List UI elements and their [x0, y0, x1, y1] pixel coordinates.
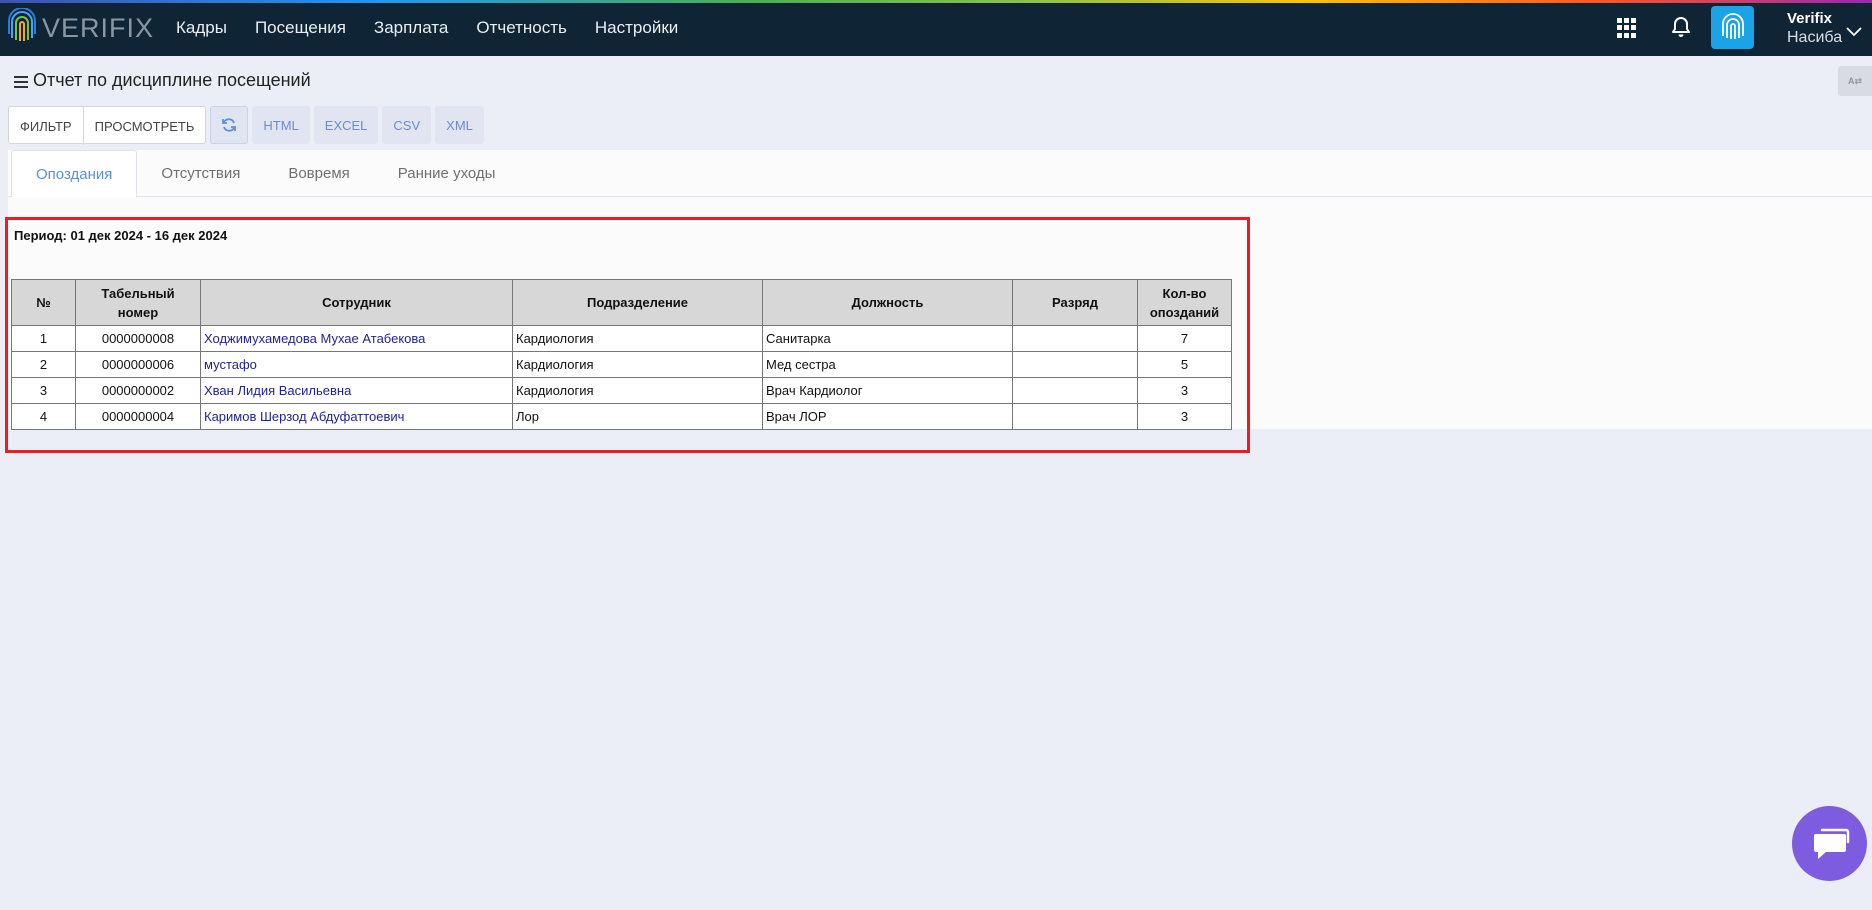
employee-link[interactable]: Хван Лидия Васильевна: [200, 377, 513, 404]
user-menu[interactable]: Verifix Насиба: [1787, 9, 1842, 48]
filter-button[interactable]: ФИЛЬТР: [9, 107, 83, 145]
late-count-cell: 3: [1137, 403, 1232, 430]
column-header-number: №: [11, 279, 76, 326]
tab-early-leaves[interactable]: Ранние уходы: [374, 150, 520, 197]
top-bar: VERIFIX Кадры Посещения Зарплата Отчетно…: [0, 0, 1872, 56]
column-header-tab-number: Табельный номер: [75, 279, 201, 326]
column-header-employee: Сотрудник: [200, 279, 513, 326]
row-number: 4: [11, 403, 76, 430]
tab-absences[interactable]: Отсутствия: [137, 150, 264, 197]
row-number: 2: [11, 351, 76, 378]
main-nav: Кадры Посещения Зарплата Отчетность Наст…: [162, 0, 692, 56]
fingerprint-logo-icon: [8, 8, 36, 41]
report-toolbar: ФИЛЬТР ПРОСМОТРЕТЬ HTML EXCEL CSV XML: [8, 106, 488, 145]
report-period: Период: 01 дек 2024 - 16 дек 2024: [14, 228, 228, 243]
report-table: № Табельный номер Сотрудник Подразделени…: [11, 279, 1232, 430]
page-title: Отчет по дисциплине посещений: [33, 70, 311, 90]
employee-link[interactable]: мустафо: [200, 351, 513, 378]
user-subtitle: Насиба: [1787, 29, 1843, 46]
fingerprint-icon: [1721, 12, 1744, 39]
division-cell: Лор: [512, 403, 763, 430]
position-cell: Врач ЛОР: [762, 403, 1013, 430]
position-cell: Мед сестра: [762, 351, 1013, 378]
nav-item-reports[interactable]: Отчетность: [462, 18, 581, 38]
tab-number: 0000000006: [75, 351, 201, 378]
row-number: 1: [11, 325, 76, 352]
table-header-row: № Табельный номер Сотрудник Подразделени…: [11, 279, 1232, 326]
late-count-cell: 5: [1137, 351, 1232, 378]
export-xml-button[interactable]: XML: [435, 106, 484, 144]
nav-item-payroll[interactable]: Зарплата: [360, 18, 462, 38]
grade-cell: [1012, 403, 1138, 430]
column-header-division: Подразделение: [512, 279, 763, 326]
filter-view-group: ФИЛЬТР ПРОСМОТРЕТЬ: [8, 106, 207, 145]
nav-item-attendance[interactable]: Посещения: [241, 18, 360, 38]
refresh-icon: [222, 118, 237, 132]
row-number: 3: [11, 377, 76, 404]
late-count-cell: 3: [1137, 377, 1232, 404]
view-button[interactable]: ПРОСМОТРЕТЬ: [82, 107, 206, 145]
chat-button[interactable]: [1792, 806, 1867, 881]
tab-number: 0000000008: [75, 325, 201, 352]
grade-cell: [1012, 351, 1138, 378]
logo-text: VERIFIX: [42, 12, 155, 43]
tab-number: 0000000004: [75, 403, 201, 430]
grade-cell: [1012, 377, 1138, 404]
column-header-position: Должность: [762, 279, 1013, 326]
table-row: 4 0000000004 Каримов Шерзод Абдуфаттоеви…: [11, 403, 1232, 430]
late-count-cell: 7: [1137, 325, 1232, 352]
table-row: 1 0000000008 Ходжимухамедова Мухае Атабе…: [11, 325, 1232, 352]
notification-bell-icon[interactable]: [1671, 16, 1691, 38]
export-html-button[interactable]: HTML: [252, 106, 310, 144]
table-row: 2 0000000006 мустафо Кардиология Мед сес…: [11, 351, 1232, 378]
refresh-button[interactable]: [210, 106, 249, 144]
employee-link[interactable]: Ходжимухамедова Мухае Атабекова: [200, 325, 513, 352]
hamburger-menu-icon[interactable]: [14, 76, 28, 88]
nav-item-hr[interactable]: Кадры: [162, 18, 241, 38]
tab-number: 0000000002: [75, 377, 201, 404]
logo[interactable]: VERIFIX: [8, 8, 154, 48]
column-header-late-count: Кол-во опозданий: [1137, 279, 1232, 326]
avatar[interactable]: [1711, 6, 1754, 49]
chevron-down-icon[interactable]: [1846, 27, 1862, 37]
grade-cell: [1012, 325, 1138, 352]
table-row: 3 0000000002 Хван Лидия Васильевна Карди…: [11, 377, 1232, 404]
nav-item-settings[interactable]: Настройки: [581, 18, 692, 38]
report-tabs: Опоздания Отсутствия Вовремя Ранние уход…: [8, 150, 1872, 198]
position-cell: Врач Кардиолог: [762, 377, 1013, 404]
position-cell: Санитарка: [762, 325, 1013, 352]
chat-bubble-icon: [1813, 828, 1849, 859]
division-cell: Кардиология: [512, 351, 763, 378]
column-header-grade: Разряд: [1012, 279, 1138, 326]
tab-on-time[interactable]: Вовремя: [264, 150, 373, 197]
division-cell: Кардиология: [512, 325, 763, 352]
language-toggle-icon[interactable]: A⇄: [1838, 66, 1872, 96]
export-excel-button[interactable]: EXCEL: [313, 106, 379, 144]
employee-link[interactable]: Каримов Шерзод Абдуфаттоевич: [200, 403, 513, 430]
apps-grid-icon[interactable]: [1617, 18, 1637, 38]
export-csv-button[interactable]: CSV: [382, 106, 432, 144]
division-cell: Кардиология: [512, 377, 763, 404]
tab-late[interactable]: Опоздания: [11, 150, 138, 198]
user-name: Verifix: [1787, 10, 1833, 27]
